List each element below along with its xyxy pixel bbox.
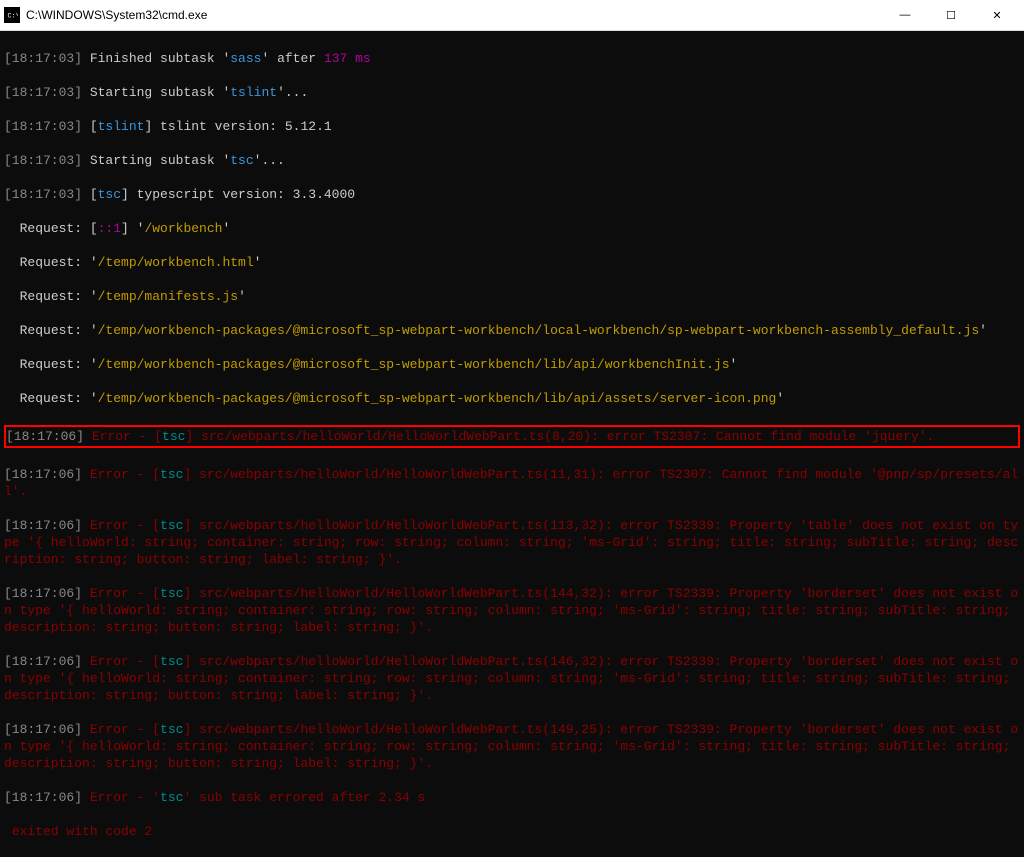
log-line: Request: '/temp/workbench-packages/@micr…	[4, 390, 1020, 407]
timestamp: [18:17:06]	[4, 467, 82, 482]
log-line: [18:17:03] Starting subtask 'tslint'...	[4, 84, 1020, 101]
window-title: C:\WINDOWS\System32\cmd.exe	[26, 8, 882, 22]
timestamp: [18:17:03]	[4, 187, 82, 202]
timestamp: [18:17:03]	[4, 153, 82, 168]
error-line: [18:17:06] Error - [tsc] src/webparts/he…	[4, 517, 1020, 568]
timestamp: [18:17:06]	[4, 790, 82, 805]
timestamp: [18:17:03]	[4, 51, 82, 66]
highlighted-error: [18:17:06] Error - [tsc] src/webparts/he…	[4, 425, 1020, 448]
timestamp: [18:17:06]	[6, 429, 84, 444]
svg-text:C:\: C:\	[8, 12, 19, 20]
error-line: [18:17:06] Error - [tsc] src/webparts/he…	[4, 466, 1020, 500]
timestamp: [18:17:06]	[4, 722, 82, 737]
error-line: [18:17:06] Error - [tsc] src/webparts/he…	[6, 428, 1018, 445]
error-line: [18:17:06] Error - 'tsc' sub task errore…	[4, 789, 1020, 806]
log-line: [18:17:03] [tslint] tslint version: 5.12…	[4, 118, 1020, 135]
log-line: Request: '/temp/manifests.js'	[4, 288, 1020, 305]
maximize-button[interactable]: ☐	[928, 0, 974, 30]
cmd-icon: C:\	[4, 7, 20, 23]
window-controls: — ☐ ✕	[882, 0, 1020, 30]
timestamp: [18:17:03]	[4, 85, 82, 100]
log-line: [18:17:03] Finished subtask 'sass' after…	[4, 50, 1020, 67]
error-line: [18:17:06] Error - [tsc] src/webparts/he…	[4, 721, 1020, 772]
log-line: Request: [::1] '/workbench'	[4, 220, 1020, 237]
window-titlebar: C:\ C:\WINDOWS\System32\cmd.exe — ☐ ✕	[0, 0, 1024, 31]
error-line: [18:17:06] Error - [tsc] src/webparts/he…	[4, 653, 1020, 704]
terminal-output[interactable]: [18:17:03] Finished subtask 'sass' after…	[0, 31, 1024, 563]
log-line: [18:17:03] Starting subtask 'tsc'...	[4, 152, 1020, 169]
log-line: [18:17:03] [tsc] typescript version: 3.3…	[4, 186, 1020, 203]
error-line: [18:17:06] Error - [tsc] src/webparts/he…	[4, 585, 1020, 636]
timestamp: [18:17:06]	[4, 586, 82, 601]
log-line: Request: '/temp/workbench-packages/@micr…	[4, 356, 1020, 373]
log-line: Request: '/temp/workbench-packages/@micr…	[4, 322, 1020, 339]
timestamp: [18:17:06]	[4, 518, 82, 533]
close-button[interactable]: ✕	[974, 0, 1020, 30]
error-line: exited with code 2	[4, 823, 1020, 840]
log-line: Request: '/temp/workbench.html'	[4, 254, 1020, 271]
timestamp: [18:17:06]	[4, 654, 82, 669]
timestamp: [18:17:03]	[4, 119, 82, 134]
minimize-button[interactable]: —	[882, 0, 928, 30]
